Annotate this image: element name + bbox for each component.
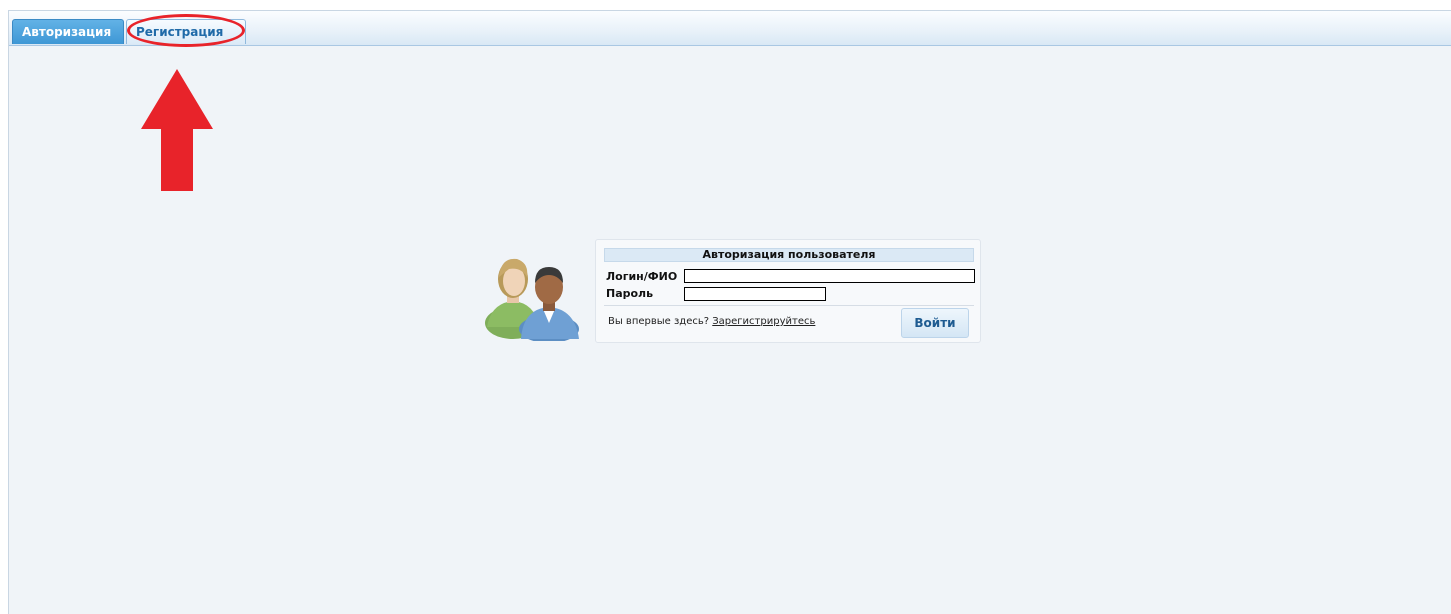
login-panel: Авторизация пользователя Логин/ФИО Парол… [595,239,981,343]
login-label: Логин/ФИО [606,270,678,283]
tab-registration[interactable]: Регистрация [126,19,246,44]
login-panel-title: Авторизация пользователя [604,248,974,262]
password-label: Пароль [606,287,654,300]
login-button[interactable]: Войти [901,308,969,338]
first-time-question: Вы впервые здесь? [608,316,710,327]
first-time-text: Вы впервые здесь? Зарегистрируйтесь [608,316,815,327]
main-frame: Авторизация Регистрация Авторизация поль… [8,10,1451,614]
register-link[interactable]: Зарегистрируйтесь [712,316,815,327]
arrow-up-icon [141,69,213,191]
users-icon [485,258,579,341]
tab-authorization[interactable]: Авторизация [12,19,124,44]
form-separator [604,305,974,306]
login-input[interactable] [684,269,975,283]
tab-bar: Авторизация Регистрация [9,11,1451,46]
password-input[interactable] [684,287,826,301]
